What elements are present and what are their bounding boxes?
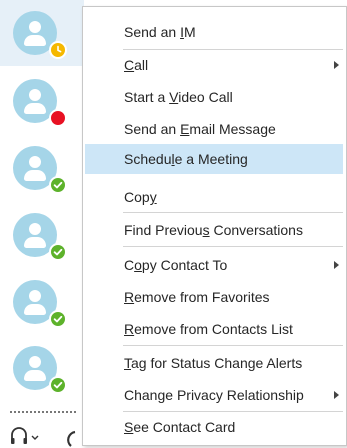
- menu-item-remove-from-favorites[interactable]: Remove from Favorites: [85, 282, 343, 312]
- contact-row-2[interactable]: [0, 68, 84, 134]
- phone-icon: [67, 430, 76, 447]
- menu-item-send-im[interactable]: Send an IM: [85, 17, 343, 47]
- phone-button[interactable]: [63, 424, 83, 448]
- contact-row-6[interactable]: [0, 335, 84, 401]
- menu-item-call[interactable]: Call: [85, 50, 343, 80]
- menu-separator: [123, 246, 343, 247]
- contact-list: [0, 0, 84, 448]
- contact-row-4[interactable]: [0, 202, 84, 268]
- menu-item-copy[interactable]: Copy: [85, 182, 343, 212]
- available-status-icon: [49, 176, 67, 194]
- menu-item-send-email[interactable]: Send an Email Message: [85, 114, 343, 144]
- available-status-icon: [49, 243, 67, 261]
- contact-context-menu: Send an IM Call Start a Video Call Send …: [82, 6, 347, 446]
- headset-icon: [11, 427, 39, 444]
- menu-item-start-video-call[interactable]: Start a Video Call: [85, 82, 343, 112]
- toolbar-divider: [10, 411, 76, 415]
- lync-contact-context-screen: Send an IM Call Start a Video Call Send …: [0, 0, 347, 448]
- contact-row-5[interactable]: [0, 269, 84, 335]
- available-status-icon: [49, 376, 67, 394]
- submenu-arrow-icon: [334, 61, 339, 69]
- busy-status-icon: [49, 109, 67, 127]
- contact-row-1[interactable]: [0, 0, 84, 66]
- menu-separator: [123, 345, 343, 346]
- contact-row-3[interactable]: [0, 135, 84, 201]
- menu-separator: [123, 212, 343, 213]
- menu-item-tag-status-alerts[interactable]: Tag for Status Change Alerts: [85, 348, 343, 378]
- bottom-toolbar: [0, 406, 84, 448]
- menu-item-find-previous-conversations[interactable]: Find Previous Conversations: [85, 215, 343, 245]
- headset-button[interactable]: [9, 424, 41, 448]
- menu-item-copy-contact-to[interactable]: Copy Contact To: [85, 250, 343, 280]
- dropdown-arrow-icon: [31, 435, 39, 440]
- menu-item-change-privacy-relationship[interactable]: Change Privacy Relationship: [85, 380, 343, 410]
- menu-item-remove-from-contacts-list[interactable]: Remove from Contacts List: [85, 314, 343, 344]
- available-status-icon: [49, 310, 67, 328]
- submenu-arrow-icon: [334, 391, 339, 399]
- menu-item-schedule-meeting[interactable]: Schedule a Meeting: [85, 144, 343, 174]
- menu-item-see-contact-card[interactable]: See Contact Card: [85, 412, 343, 442]
- submenu-arrow-icon: [334, 261, 339, 269]
- away-status-icon: [49, 41, 67, 59]
